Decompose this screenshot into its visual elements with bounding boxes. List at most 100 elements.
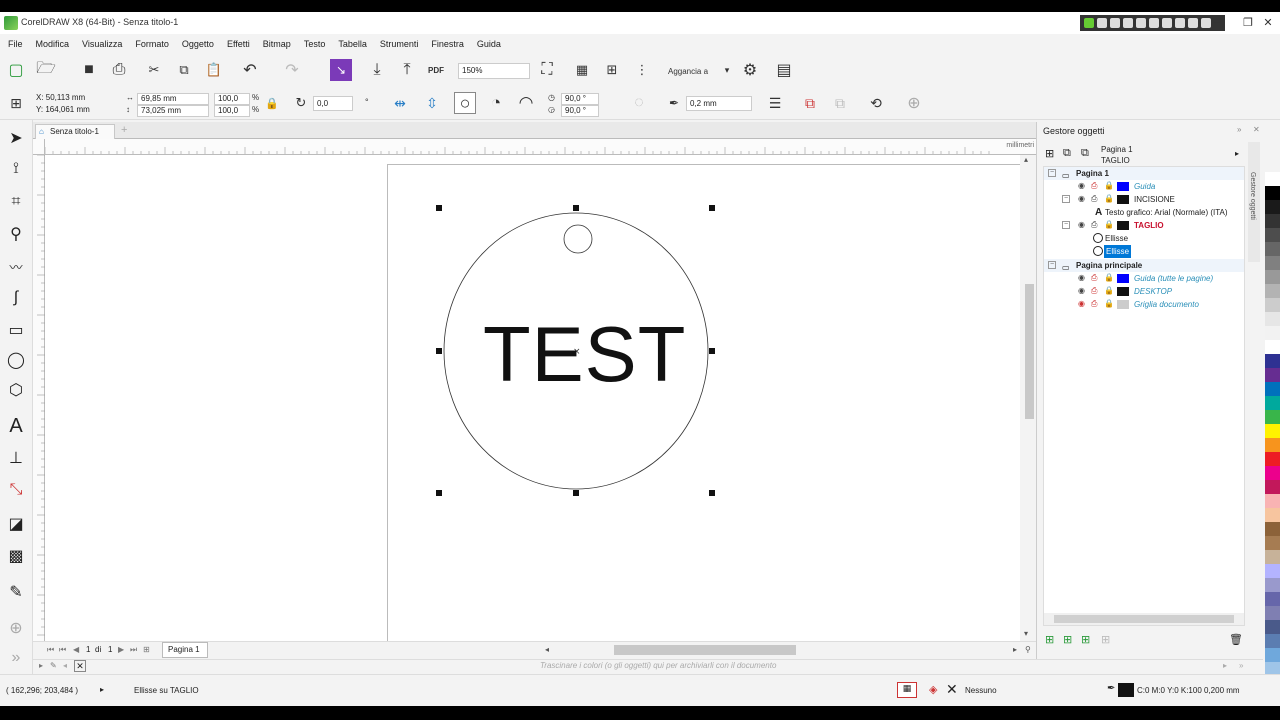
zoom-select[interactable]: 150% xyxy=(458,63,530,79)
eyedropper-icon[interactable]: ✎ xyxy=(50,661,57,670)
object-origin-icon[interactable]: ⊞ xyxy=(5,92,27,114)
selection-handle[interactable] xyxy=(709,205,715,211)
collapse-icon[interactable]: − xyxy=(1048,169,1056,177)
merge-icon[interactable]: ⊞ xyxy=(1101,633,1110,646)
outline-color-swatch[interactable] xyxy=(1118,683,1134,697)
palette-color-swatch[interactable] xyxy=(1265,228,1280,242)
horizontal-scroll-thumb[interactable] xyxy=(614,645,796,655)
prev-page-icon[interactable]: ◀ xyxy=(73,645,79,654)
palette-color-swatch[interactable] xyxy=(1265,536,1280,550)
palette-arrow-icon[interactable]: ◂ xyxy=(63,661,67,670)
pdf-export-icon[interactable]: PDF xyxy=(425,59,447,81)
scale-y-field[interactable]: 100,0 xyxy=(214,105,250,117)
menu-visualizza[interactable]: Visualizza xyxy=(82,39,122,49)
palette-color-swatch[interactable] xyxy=(1265,354,1280,368)
show-guides-icon[interactable]: ⋮ xyxy=(631,59,653,81)
palette-color-swatch[interactable] xyxy=(1265,494,1280,508)
layer-manager-icon[interactable]: ⧉ xyxy=(1063,147,1071,160)
ruler-origin[interactable] xyxy=(33,139,45,155)
print-icon[interactable]: ⎙ xyxy=(1091,195,1099,203)
docker-side-tab[interactable]: Gestore oggetti xyxy=(1248,142,1260,262)
collapse-icon[interactable]: − xyxy=(1048,261,1056,269)
menu-effetti[interactable]: Effetti xyxy=(227,39,250,49)
tray-icon[interactable] xyxy=(1188,18,1198,28)
palette-scroll-icon[interactable]: ▸ xyxy=(1223,661,1227,670)
palette-color-swatch[interactable] xyxy=(1265,550,1280,564)
palette-color-swatch[interactable] xyxy=(1265,368,1280,382)
undo-icon[interactable]: ↶ xyxy=(239,59,261,81)
vertical-scroll-thumb[interactable] xyxy=(1025,284,1034,419)
new-tab-icon[interactable]: + xyxy=(121,124,127,136)
save-icon[interactable]: ■ xyxy=(78,59,100,81)
collapse-icon[interactable]: − xyxy=(1062,221,1070,229)
print-icon[interactable]: ⎙ xyxy=(1091,300,1099,308)
visibility-eye-icon[interactable]: ◉ xyxy=(1078,287,1086,295)
end-angle-field[interactable]: 90,0 ° xyxy=(561,105,599,117)
tree-row-layer[interactable]: ◉ ⎙ 🔒 Guida (tutte le pagine) xyxy=(1044,272,1244,285)
arc-mode-icon[interactable]: ◠ xyxy=(515,92,537,114)
add-icon[interactable]: ⊕ xyxy=(903,92,925,114)
outline-pen-icon[interactable]: ✒ xyxy=(663,92,685,114)
close-docker-icon[interactable]: ✕ xyxy=(1253,125,1260,134)
palette-color-swatch[interactable] xyxy=(1265,606,1280,620)
zoom-tool-icon[interactable]: ⚲ xyxy=(4,222,28,246)
selection-handle[interactable] xyxy=(709,348,715,354)
palette-color-swatch[interactable] xyxy=(1265,214,1280,228)
palette-color-swatch[interactable] xyxy=(1265,634,1280,648)
palette-options-icon[interactable]: » xyxy=(1239,661,1243,670)
text-tool-icon[interactable]: A xyxy=(4,414,28,438)
palette-color-swatch[interactable] xyxy=(1265,480,1280,494)
crop-tool-icon[interactable]: ⌗ xyxy=(4,190,28,214)
selection-handle[interactable] xyxy=(573,490,579,496)
lock-icon[interactable]: 🔒 xyxy=(1104,274,1114,282)
color-proof-icon[interactable]: ▦ xyxy=(897,682,917,698)
palette-color-swatch[interactable] xyxy=(1265,242,1280,256)
palette-color-swatch[interactable] xyxy=(1265,312,1280,326)
palette-color-swatch[interactable] xyxy=(1265,298,1280,312)
palette-color-swatch[interactable] xyxy=(1265,340,1280,354)
scroll-left-icon[interactable]: ◂ xyxy=(545,645,549,654)
hole-circle[interactable] xyxy=(563,224,593,254)
ellipse-mode-icon[interactable]: ○ xyxy=(454,92,476,114)
collapse-icon[interactable]: − xyxy=(1062,195,1070,203)
first-page-icon[interactable]: ⏮ xyxy=(47,645,54,655)
palette-color-swatch[interactable] xyxy=(1265,564,1280,578)
x-position-field[interactable]: X: 50,113 mm xyxy=(33,93,117,105)
menu-tabella[interactable]: Tabella xyxy=(338,39,367,49)
document-tab[interactable]: ⌂ Senza titolo-1 xyxy=(35,124,115,139)
palette-color-swatch[interactable] xyxy=(1265,648,1280,662)
new-master-layer-icon[interactable]: ⊞ xyxy=(1081,633,1090,646)
visibility-eye-icon[interactable]: ◉ xyxy=(1078,274,1086,282)
drop-shadow-tool-icon[interactable]: ◪ xyxy=(4,512,28,536)
selection-handle[interactable] xyxy=(436,205,442,211)
lock-icon[interactable]: 🔒 xyxy=(1104,287,1114,295)
menu-bitmap[interactable]: Bitmap xyxy=(263,39,291,49)
drawing-canvas[interactable]: × TEST xyxy=(45,155,1020,641)
rotation-icon[interactable]: ↻ xyxy=(290,92,312,114)
connector-tool-icon[interactable]: ⤡ xyxy=(4,478,28,502)
layer-manager-icon[interactable]: ⧉ xyxy=(1081,147,1089,160)
scroll-right-icon[interactable]: ▸ xyxy=(1013,645,1017,654)
palette-color-swatch[interactable] xyxy=(1265,186,1280,200)
palette-arrow-icon[interactable]: ▸ xyxy=(39,661,43,670)
transparency-tool-icon[interactable]: ▩ xyxy=(4,544,28,568)
layer-color-swatch[interactable] xyxy=(1117,287,1129,296)
expand-toolbox-icon[interactable]: » xyxy=(4,646,28,670)
next-page-icon[interactable]: ▶ xyxy=(118,645,124,654)
import-arrow-icon[interactable]: ⤓ xyxy=(366,59,388,81)
app-launcher-icon[interactable]: ▤ xyxy=(773,59,795,81)
scale-x-field[interactable]: 100,0 xyxy=(214,93,250,105)
tray-icon[interactable] xyxy=(1097,18,1107,28)
tree-row-layer[interactable]: ◉ ⎙ 🔒 Guida xyxy=(1044,180,1244,193)
fill-icon[interactable]: ◈ xyxy=(929,683,937,696)
palette-color-swatch[interactable] xyxy=(1265,508,1280,522)
palette-color-swatch[interactable] xyxy=(1265,284,1280,298)
palette-color-swatch[interactable] xyxy=(1265,466,1280,480)
cut-icon[interactable]: ✂ xyxy=(143,59,165,81)
tray-icon[interactable] xyxy=(1123,18,1133,28)
layer-color-swatch[interactable] xyxy=(1117,274,1129,283)
palette-color-swatch[interactable] xyxy=(1265,172,1280,186)
palette-color-swatch[interactable] xyxy=(1265,256,1280,270)
palette-color-swatch[interactable] xyxy=(1265,522,1280,536)
palette-color-swatch[interactable] xyxy=(1265,396,1280,410)
